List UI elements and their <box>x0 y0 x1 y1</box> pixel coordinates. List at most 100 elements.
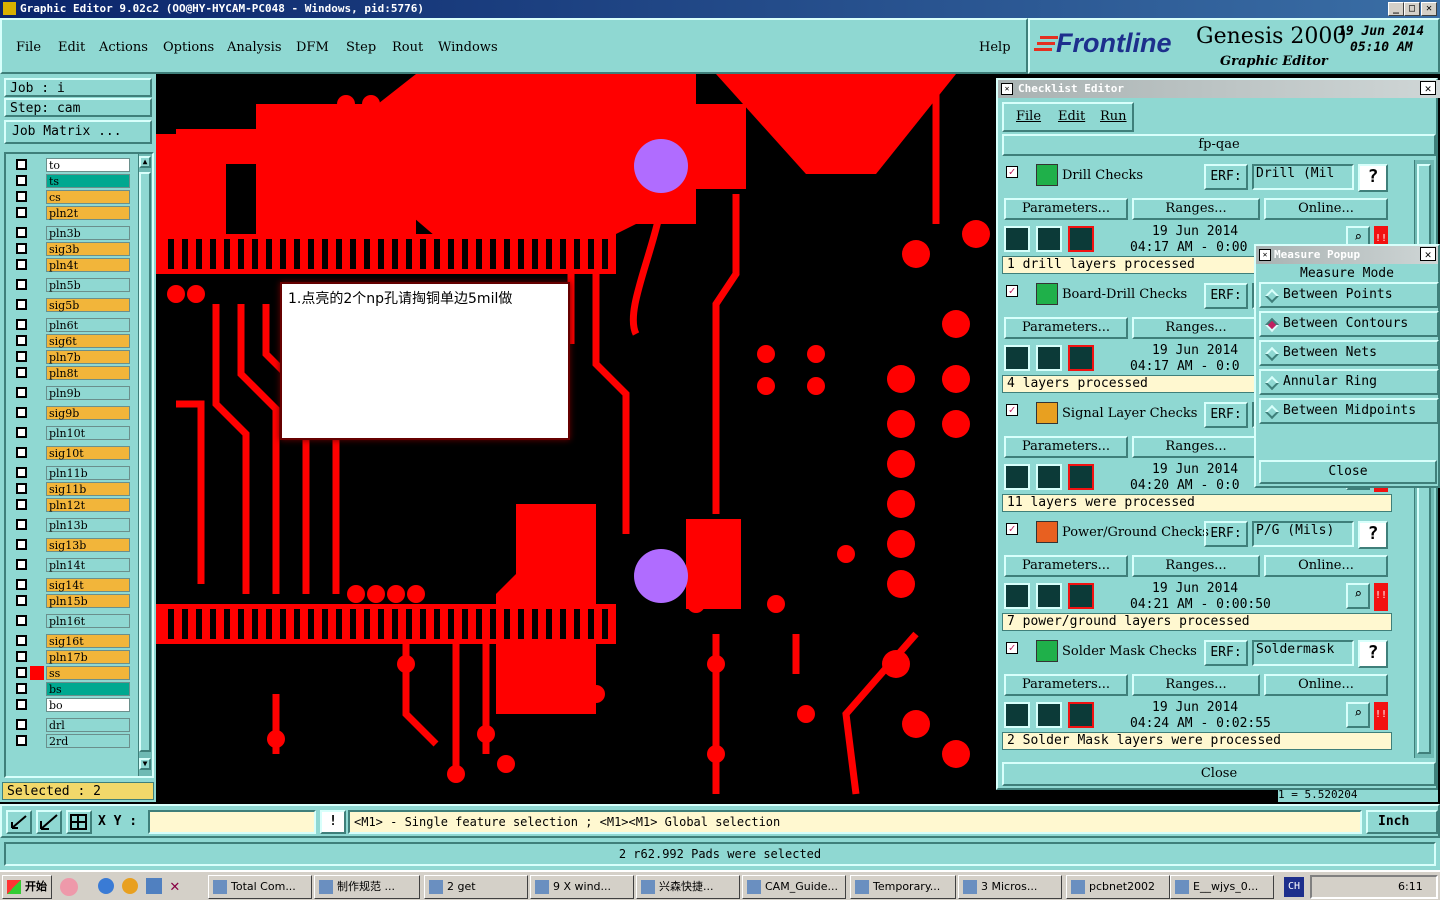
check-enable-checkbox[interactable]: ✓ <box>1006 642 1018 654</box>
layer-checkbox[interactable] <box>16 191 27 202</box>
menu-help[interactable]: Help <box>979 40 1011 55</box>
erf-value[interactable]: Soldermask <box>1252 640 1354 666</box>
layer-name[interactable]: bo <box>46 698 130 712</box>
layer-name[interactable]: pln5b <box>46 278 130 292</box>
check-enable-checkbox[interactable]: ✓ <box>1006 523 1018 535</box>
layer-checkbox[interactable] <box>16 683 27 694</box>
run-check-stop-icon[interactable] <box>1068 345 1094 371</box>
layer-name[interactable]: ss <box>46 666 130 680</box>
layer-checkbox[interactable] <box>16 319 27 330</box>
run-check-alt-icon[interactable] <box>1036 464 1062 490</box>
online-button[interactable]: Online... <box>1264 198 1388 220</box>
scroll-up-arrow-icon[interactable]: ▲ <box>139 156 151 168</box>
check-enable-checkbox[interactable]: ✓ <box>1006 285 1018 297</box>
measure-mode-option[interactable]: Between Points <box>1259 282 1439 308</box>
parameters-button[interactable]: Parameters... <box>1004 436 1128 458</box>
layer-checkbox[interactable] <box>16 559 27 570</box>
layer-name[interactable]: pln14t <box>46 558 130 572</box>
layer-checkbox[interactable] <box>16 387 27 398</box>
layer-name[interactable]: pln12t <box>46 498 130 512</box>
layer-checkbox[interactable] <box>16 735 27 746</box>
layer-row-pln6t[interactable]: pln6t <box>14 318 130 332</box>
scroll-down-arrow-icon[interactable]: ▼ <box>139 758 151 770</box>
layer-name[interactable]: pln16t <box>46 614 130 628</box>
checklist-menu-run[interactable]: Run <box>1100 109 1127 124</box>
graphic-canvas[interactable]: 1.点亮的2个np孔请掏铜单边5mil做 <box>156 74 994 804</box>
layer-checkbox[interactable] <box>16 159 27 170</box>
layer-name[interactable]: sig16t <box>46 634 130 648</box>
alert-icon[interactable]: ! <box>320 810 346 834</box>
layer-checkbox[interactable] <box>16 615 27 626</box>
menu-step[interactable]: Step <box>346 40 376 55</box>
layer-checkbox[interactable] <box>16 499 27 510</box>
layer-row-pln7b[interactable]: pln7b <box>14 350 130 364</box>
taskbar-button[interactable]: 兴森快捷... <box>636 875 740 899</box>
note-box[interactable]: 1.点亮的2个np孔请掏铜单边5mil做 <box>280 282 570 440</box>
layer-checkbox[interactable] <box>16 299 27 310</box>
close-app-icon[interactable]: ✕ <box>170 876 180 895</box>
layer-checkbox[interactable] <box>16 651 27 662</box>
layer-name[interactable]: pln8t <box>46 366 130 380</box>
layer-row-sig10t[interactable]: sig10t <box>14 446 130 460</box>
layer-name[interactable]: pln13b <box>46 518 130 532</box>
clock-app-icon[interactable] <box>122 878 138 894</box>
layer-name[interactable]: sig3b <box>46 242 130 256</box>
run-check-icon[interactable] <box>1004 464 1030 490</box>
run-check-alt-icon[interactable] <box>1036 702 1062 728</box>
run-check-icon[interactable] <box>1004 702 1030 728</box>
layer-checkbox[interactable] <box>16 467 27 478</box>
layer-row-2rd[interactable]: 2rd <box>14 734 130 748</box>
layer-checkbox[interactable] <box>16 539 27 550</box>
layer-row-cs[interactable]: cs <box>14 190 130 204</box>
start-button[interactable]: 开始 <box>2 875 52 899</box>
taskbar-button[interactable]: 2 get <box>424 875 528 899</box>
scroll-thumb[interactable] <box>139 172 151 752</box>
layer-name[interactable]: 2rd <box>46 734 130 748</box>
quicklaunch-icon[interactable] <box>60 878 78 896</box>
parameters-button[interactable]: Parameters... <box>1004 317 1128 339</box>
menu-actions[interactable]: Actions <box>99 40 148 55</box>
measure-close-button[interactable]: Close <box>1259 460 1437 484</box>
ranges-button[interactable]: Ranges... <box>1132 674 1260 696</box>
run-check-stop-icon[interactable] <box>1068 702 1094 728</box>
layer-row-bs[interactable]: bs <box>14 682 130 696</box>
layer-row-pln4t[interactable]: pln4t <box>14 258 130 272</box>
layer-name[interactable]: pln17b <box>46 650 130 664</box>
check-enable-checkbox[interactable]: ✓ <box>1006 404 1018 416</box>
erf-button[interactable]: ERF: <box>1204 521 1248 547</box>
layer-row-sig3b[interactable]: sig3b <box>14 242 130 256</box>
layer-checkbox[interactable] <box>16 207 27 218</box>
layer-row-pln5b[interactable]: pln5b <box>14 278 130 292</box>
layer-row-ss[interactable]: ss <box>14 666 130 680</box>
menu-options[interactable]: Options <box>163 40 214 55</box>
menu-rout[interactable]: Rout <box>392 40 423 55</box>
layer-name[interactable]: pln11b <box>46 466 130 480</box>
radio-diamond-icon[interactable] <box>1264 317 1280 333</box>
layer-name[interactable]: sig14t <box>46 578 130 592</box>
layer-row-sig6t[interactable]: sig6t <box>14 334 130 348</box>
menu-file[interactable]: File <box>16 40 41 55</box>
run-check-alt-icon[interactable] <box>1036 226 1062 252</box>
radio-diamond-icon[interactable] <box>1264 288 1280 304</box>
taskbar-button[interactable]: Temporary... <box>850 875 956 899</box>
layer-row-sig5b[interactable]: sig5b <box>14 298 130 312</box>
ranges-button[interactable]: Ranges... <box>1132 555 1260 577</box>
layer-name[interactable]: ts <box>46 174 130 188</box>
layer-row-sig9b[interactable]: sig9b <box>14 406 130 420</box>
layer-checkbox[interactable] <box>16 579 27 590</box>
taskbar-button[interactable]: 9 X wind... <box>530 875 634 899</box>
layer-row-pln10t[interactable]: pln10t <box>14 426 130 440</box>
layer-row-drl[interactable]: drl <box>14 718 130 732</box>
layer-name[interactable]: sig6t <box>46 334 130 348</box>
parameters-button[interactable]: Parameters... <box>1004 555 1128 577</box>
taskbar-button[interactable]: 3 Micros... <box>958 875 1062 899</box>
measure-mode-option[interactable]: Between Midpoints <box>1259 398 1439 424</box>
taskbar-button[interactable]: E__wjys_0... <box>1170 875 1274 899</box>
layer-name[interactable]: pln7b <box>46 350 130 364</box>
taskbar-button[interactable]: Total Com... <box>208 875 312 899</box>
run-check-stop-icon[interactable] <box>1068 464 1094 490</box>
layer-row-sig16t[interactable]: sig16t <box>14 634 130 648</box>
layer-checkbox[interactable] <box>16 595 27 606</box>
layer-row-pln12t[interactable]: pln12t <box>14 498 130 512</box>
radio-diamond-icon[interactable] <box>1264 404 1280 420</box>
